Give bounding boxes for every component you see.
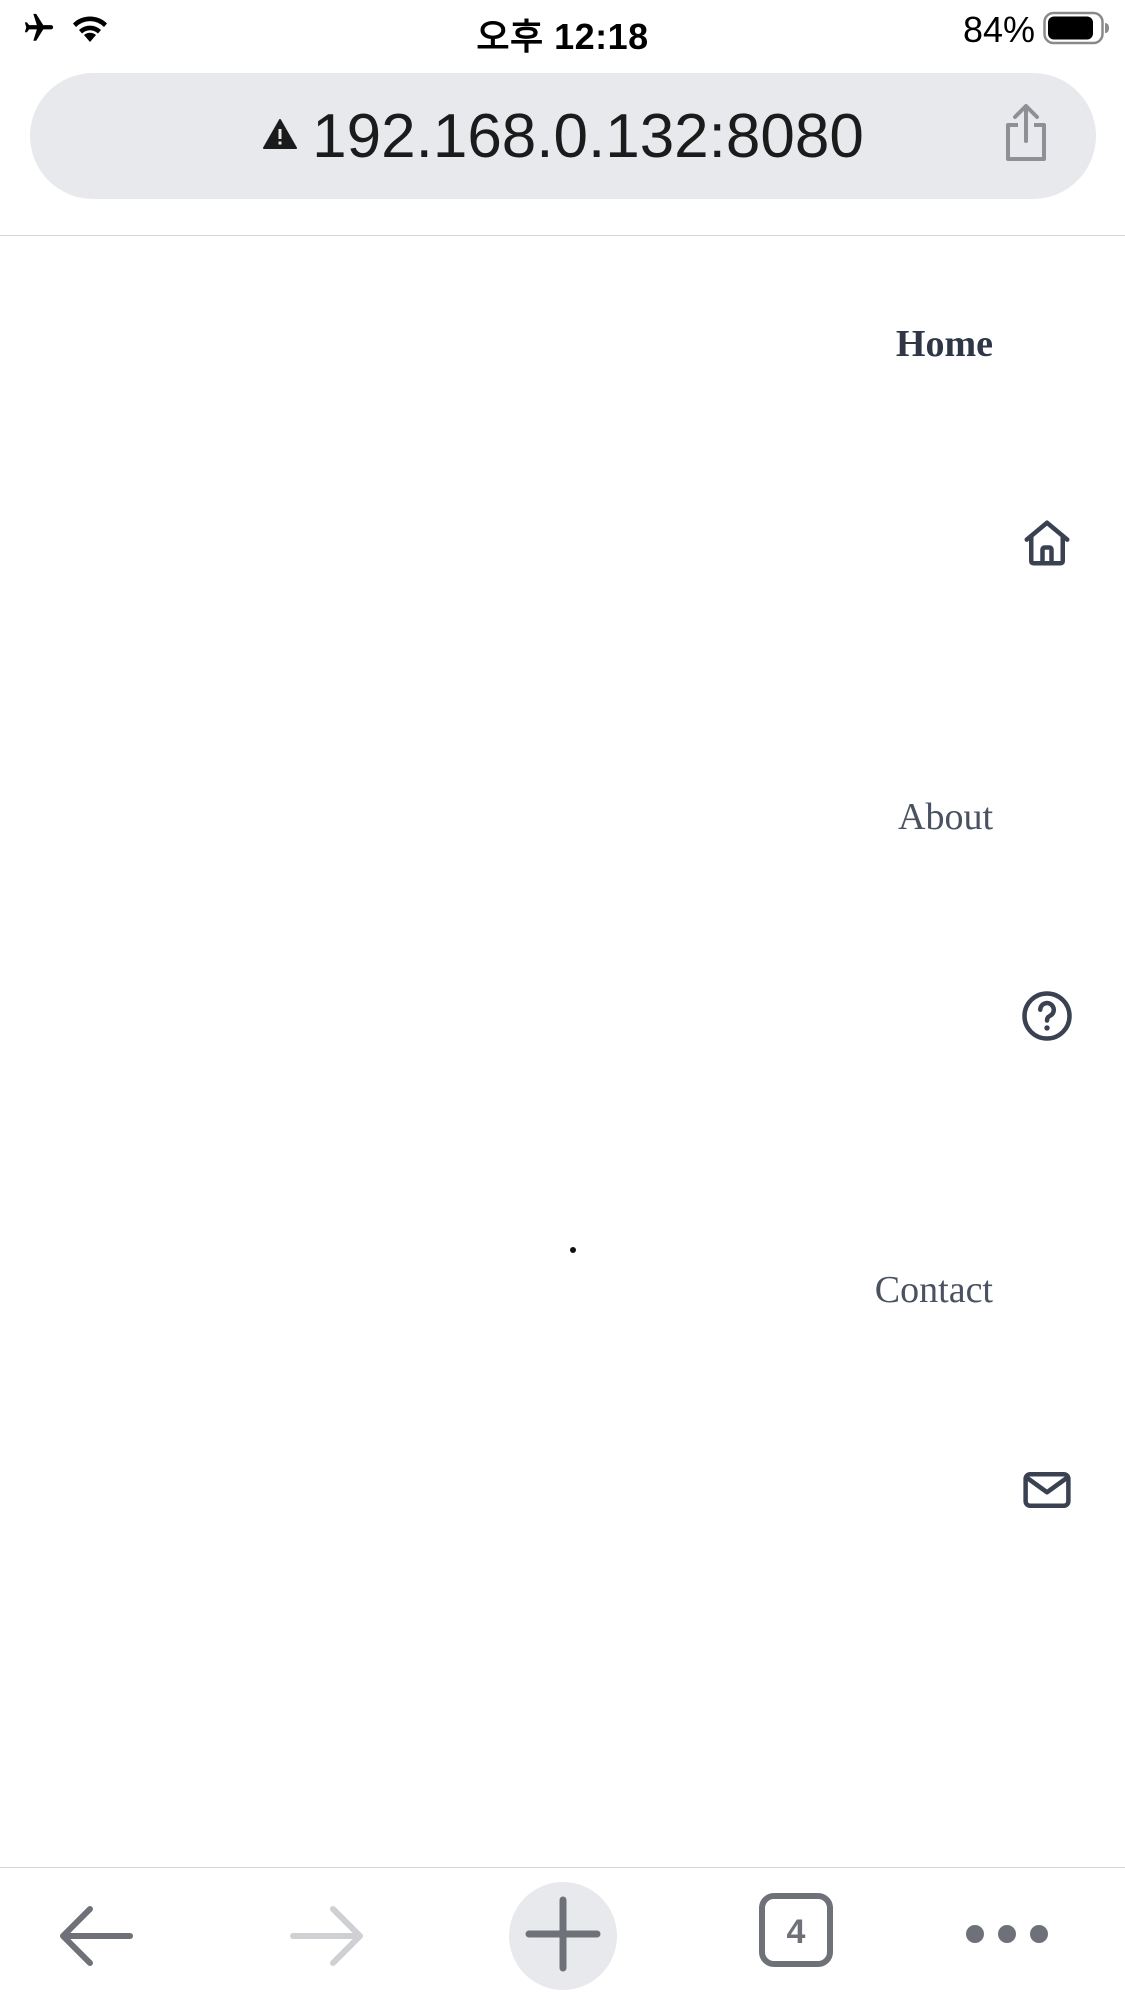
more-icon <box>964 1921 1050 1951</box>
new-tab-button[interactable] <box>509 1882 617 1990</box>
share-button[interactable] <box>996 101 1056 169</box>
question-circle-icon <box>1020 989 1074 1047</box>
address-content: 192.168.0.132:8080 <box>30 73 1096 199</box>
share-icon <box>1002 103 1050 167</box>
browser-toolbar: 4 <box>0 1868 1125 2001</box>
warning-triangle-icon <box>262 118 298 154</box>
nav-about-icon-link[interactable] <box>1018 989 1076 1047</box>
back-button[interactable] <box>52 1898 140 1978</box>
top-divider <box>0 235 1125 236</box>
url-text[interactable]: 192.168.0.132:8080 <box>312 101 864 172</box>
back-arrow-icon <box>56 1901 136 1975</box>
forward-arrow-icon <box>287 1901 367 1975</box>
nav-contact-icon-link[interactable] <box>1018 1463 1076 1521</box>
dot-mark <box>570 1247 576 1253</box>
battery-percent: 84% <box>962 9 1035 50</box>
status-time: 오후 12:18 <box>476 16 649 57</box>
battery-icon <box>1043 11 1111 49</box>
tab-count: 4 <box>786 1912 806 1951</box>
nav-contact-link[interactable]: Contact <box>875 1268 993 1312</box>
mail-icon <box>1020 1463 1074 1521</box>
status-bar: 오후 12:18 84% <box>0 0 1125 62</box>
plus-icon <box>525 1896 601 1976</box>
status-right: 84% <box>963 8 1111 52</box>
nav-about-link[interactable]: About <box>898 795 993 839</box>
home-icon <box>1020 516 1074 574</box>
tabs-button[interactable]: 4 <box>759 1893 833 1969</box>
forward-button[interactable] <box>283 1898 371 1978</box>
more-button[interactable] <box>962 1908 1052 1964</box>
nav-home-icon-link[interactable] <box>1018 516 1076 574</box>
address-bar[interactable]: 192.168.0.132:8080 <box>30 73 1096 199</box>
nav-home-link[interactable]: Home <box>896 322 993 366</box>
